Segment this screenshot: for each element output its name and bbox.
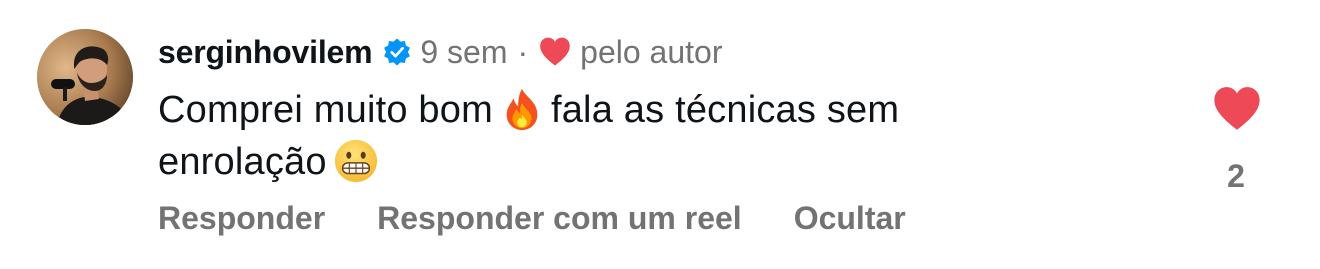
comment-time: 9 sem <box>420 33 508 70</box>
comment-actions: Responder Responder com um reel Ocultar <box>158 200 906 237</box>
comment-text-part-2: fala as técnicas sem <box>550 89 900 131</box>
avatar[interactable] <box>37 29 133 125</box>
separator-dot: · <box>517 33 529 70</box>
liked-by-author-label: pelo autor <box>580 33 723 70</box>
comment-text-part-1: Comprei muito bom <box>158 89 493 131</box>
grimacing-face-emoji-icon <box>333 138 379 184</box>
hide-button[interactable]: Ocultar <box>794 200 906 237</box>
comment-item: serginhovilem 9 sem · pelo autor Comprei… <box>0 0 1320 269</box>
verified-badge-icon <box>382 37 412 67</box>
like-button[interactable] <box>1212 86 1262 132</box>
comment-header: serginhovilem 9 sem · pelo autor <box>158 30 722 74</box>
comment-text-part-3: enrolação <box>158 141 327 183</box>
fire-emoji-icon <box>499 86 545 132</box>
reply-with-reel-button[interactable]: Responder com um reel <box>377 200 742 237</box>
heart-icon <box>538 37 572 67</box>
heart-filled-icon <box>1214 87 1260 130</box>
username[interactable]: serginhovilem <box>158 34 373 71</box>
reply-button[interactable]: Responder <box>158 200 325 237</box>
like-count[interactable]: 2 <box>1200 158 1272 195</box>
comment-text: Comprei muito bom fala as técnicas sem e… <box>158 84 1158 188</box>
